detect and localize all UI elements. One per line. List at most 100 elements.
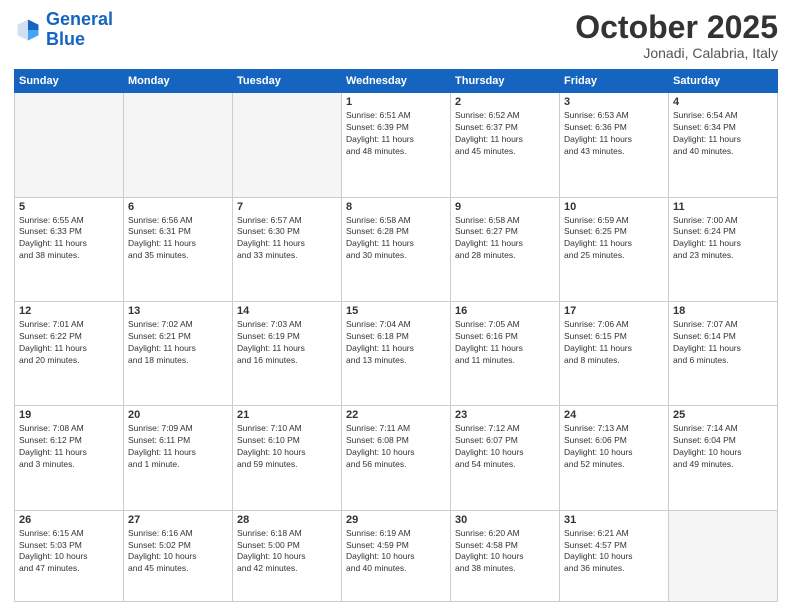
day-info: Sunrise: 6:15 AM Sunset: 5:03 PM Dayligh… [19,528,119,576]
calendar-cell: 8 Sunrise: 6:58 AM Sunset: 6:28 PM Daylig… [342,197,451,301]
day-info: Sunrise: 7:07 AM Sunset: 6:14 PM Dayligh… [673,319,773,367]
day-info: Sunrise: 7:00 AM Sunset: 6:24 PM Dayligh… [673,215,773,263]
calendar-cell: 27 Sunrise: 6:16 AM Sunset: 5:02 PM Dayli… [124,510,233,601]
day-number: 31 [564,514,664,526]
day-info: Sunrise: 7:11 AM Sunset: 6:08 PM Dayligh… [346,423,446,471]
logo-blue: Blue [46,30,113,50]
logo-text: General Blue [46,10,113,50]
calendar-cell: 14 Sunrise: 7:03 AM Sunset: 6:19 PM Dayli… [233,301,342,405]
day-number: 29 [346,514,446,526]
day-number: 12 [19,305,119,317]
day-info: Sunrise: 6:21 AM Sunset: 4:57 PM Dayligh… [564,528,664,576]
day-number: 7 [237,201,337,213]
day-info: Sunrise: 6:58 AM Sunset: 6:27 PM Dayligh… [455,215,555,263]
calendar-header-friday: Friday [560,70,669,93]
calendar-cell: 1Sunrise: 6:51 AM Sunset: 6:39 PM Daylig… [342,93,451,197]
day-number: 26 [19,514,119,526]
calendar-cell: 4 Sunrise: 6:54 AM Sunset: 6:34 PM Daylig… [669,93,778,197]
calendar-cell: 12 Sunrise: 7:01 AM Sunset: 6:22 PM Dayli… [15,301,124,405]
calendar-cell [124,93,233,197]
calendar-header-sunday: Sunday [15,70,124,93]
day-number: 13 [128,305,228,317]
logo-icon [14,16,42,44]
day-info: Sunrise: 6:58 AM Sunset: 6:28 PM Dayligh… [346,215,446,263]
calendar-cell: 5 Sunrise: 6:55 AM Sunset: 6:33 PM Daylig… [15,197,124,301]
logo-general: General [46,9,113,29]
day-number: 25 [673,409,773,421]
calendar-header-saturday: Saturday [669,70,778,93]
day-number: 6 [128,201,228,213]
day-number: 20 [128,409,228,421]
calendar-cell: 26 Sunrise: 6:15 AM Sunset: 5:03 PM Dayli… [15,510,124,601]
calendar-cell [15,93,124,197]
day-number: 28 [237,514,337,526]
calendar-cell: 9 Sunrise: 6:58 AM Sunset: 6:27 PM Daylig… [451,197,560,301]
day-number: 14 [237,305,337,317]
calendar-cell: 29 Sunrise: 6:19 AM Sunset: 4:59 PM Dayli… [342,510,451,601]
calendar-cell: 19 Sunrise: 7:08 AM Sunset: 6:12 PM Dayli… [15,406,124,510]
day-info: Sunrise: 6:18 AM Sunset: 5:00 PM Dayligh… [237,528,337,576]
day-number: 2 [455,96,555,108]
day-number: 16 [455,305,555,317]
calendar-cell [669,510,778,601]
calendar-cell: 6 Sunrise: 6:56 AM Sunset: 6:31 PM Daylig… [124,197,233,301]
day-number: 23 [455,409,555,421]
page: General Blue October 2025 Jonadi, Calabr… [0,0,792,612]
calendar-cell: 10Sunrise: 6:59 AM Sunset: 6:25 PM Dayli… [560,197,669,301]
day-info: Sunrise: 7:06 AM Sunset: 6:15 PM Dayligh… [564,319,664,367]
day-number: 18 [673,305,773,317]
day-number: 9 [455,201,555,213]
day-info: Sunrise: 6:19 AM Sunset: 4:59 PM Dayligh… [346,528,446,576]
location: Jonadi, Calabria, Italy [575,45,778,61]
day-number: 30 [455,514,555,526]
day-info: Sunrise: 6:53 AM Sunset: 6:36 PM Dayligh… [564,110,664,158]
calendar-cell: 2 Sunrise: 6:52 AM Sunset: 6:37 PM Daylig… [451,93,560,197]
logo: General Blue [14,10,113,50]
calendar-cell: 22 Sunrise: 7:11 AM Sunset: 6:08 PM Dayli… [342,406,451,510]
day-number: 4 [673,96,773,108]
day-info: Sunrise: 6:57 AM Sunset: 6:30 PM Dayligh… [237,215,337,263]
calendar-header-wednesday: Wednesday [342,70,451,93]
calendar-cell: 25Sunrise: 7:14 AM Sunset: 6:04 PM Dayli… [669,406,778,510]
calendar-cell: 20 Sunrise: 7:09 AM Sunset: 6:11 PM Dayli… [124,406,233,510]
calendar-cell [233,93,342,197]
day-info: Sunrise: 6:52 AM Sunset: 6:37 PM Dayligh… [455,110,555,158]
day-info: Sunrise: 7:01 AM Sunset: 6:22 PM Dayligh… [19,319,119,367]
calendar-cell: 21Sunrise: 7:10 AM Sunset: 6:10 PM Dayli… [233,406,342,510]
day-number: 17 [564,305,664,317]
calendar-week-0: 1Sunrise: 6:51 AM Sunset: 6:39 PM Daylig… [15,93,778,197]
day-info: Sunrise: 6:56 AM Sunset: 6:31 PM Dayligh… [128,215,228,263]
calendar-week-2: 12 Sunrise: 7:01 AM Sunset: 6:22 PM Dayli… [15,301,778,405]
day-info: Sunrise: 7:09 AM Sunset: 6:11 PM Dayligh… [128,423,228,471]
day-info: Sunrise: 7:12 AM Sunset: 6:07 PM Dayligh… [455,423,555,471]
day-number: 19 [19,409,119,421]
day-info: Sunrise: 7:03 AM Sunset: 6:19 PM Dayligh… [237,319,337,367]
calendar-cell: 23 Sunrise: 7:12 AM Sunset: 6:07 PM Dayli… [451,406,560,510]
day-number: 1 [346,96,446,108]
day-number: 24 [564,409,664,421]
day-info: Sunrise: 7:05 AM Sunset: 6:16 PM Dayligh… [455,319,555,367]
day-info: Sunrise: 6:55 AM Sunset: 6:33 PM Dayligh… [19,215,119,263]
calendar-cell: 3Sunrise: 6:53 AM Sunset: 6:36 PM Daylig… [560,93,669,197]
day-info: Sunrise: 7:13 AM Sunset: 6:06 PM Dayligh… [564,423,664,471]
calendar-cell: 24 Sunrise: 7:13 AM Sunset: 6:06 PM Dayli… [560,406,669,510]
day-number: 27 [128,514,228,526]
day-info: Sunrise: 7:08 AM Sunset: 6:12 PM Dayligh… [19,423,119,471]
calendar-cell: 18 Sunrise: 7:07 AM Sunset: 6:14 PM Dayli… [669,301,778,405]
calendar-cell: 30 Sunrise: 6:20 AM Sunset: 4:58 PM Dayli… [451,510,560,601]
calendar-week-4: 26 Sunrise: 6:15 AM Sunset: 5:03 PM Dayli… [15,510,778,601]
calendar-cell: 31 Sunrise: 6:21 AM Sunset: 4:57 PM Dayli… [560,510,669,601]
calendar-cell: 11Sunrise: 7:00 AM Sunset: 6:24 PM Dayli… [669,197,778,301]
calendar-cell: 15Sunrise: 7:04 AM Sunset: 6:18 PM Dayli… [342,301,451,405]
calendar-table: SundayMondayTuesdayWednesdayThursdayFrid… [14,69,778,602]
calendar-cell: 13 Sunrise: 7:02 AM Sunset: 6:21 PM Dayli… [124,301,233,405]
day-number: 5 [19,201,119,213]
day-info: Sunrise: 6:20 AM Sunset: 4:58 PM Dayligh… [455,528,555,576]
day-info: Sunrise: 6:16 AM Sunset: 5:02 PM Dayligh… [128,528,228,576]
day-info: Sunrise: 6:54 AM Sunset: 6:34 PM Dayligh… [673,110,773,158]
calendar-header-thursday: Thursday [451,70,560,93]
day-info: Sunrise: 7:02 AM Sunset: 6:21 PM Dayligh… [128,319,228,367]
day-number: 8 [346,201,446,213]
day-number: 22 [346,409,446,421]
calendar-week-1: 5 Sunrise: 6:55 AM Sunset: 6:33 PM Daylig… [15,197,778,301]
